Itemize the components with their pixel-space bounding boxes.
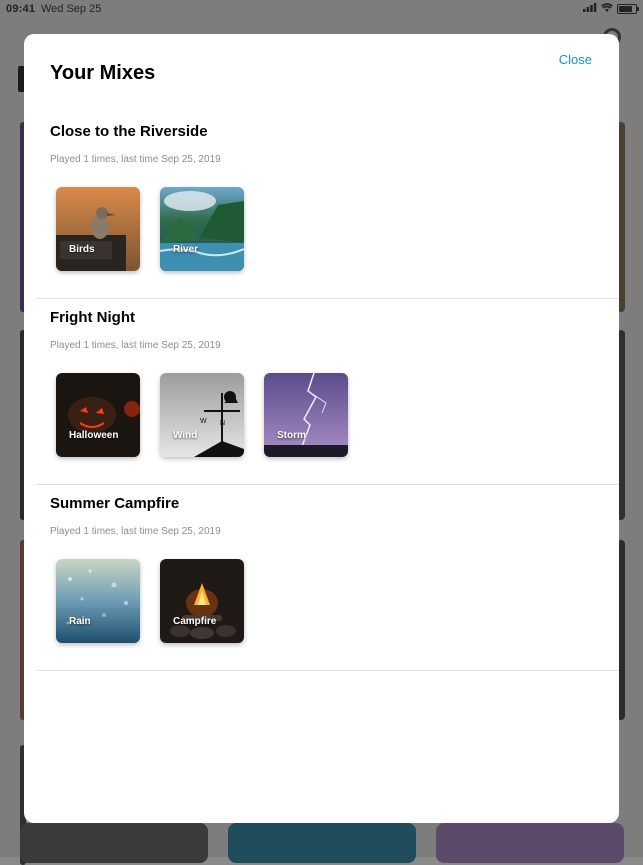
wind-thumbnail: W N xyxy=(160,373,244,457)
sound-label: Wind xyxy=(173,430,198,441)
mix-title: Close to the Riverside xyxy=(50,123,208,140)
sound-tile-birds[interactable]: Birds xyxy=(56,187,140,271)
mix-row[interactable]: Fright Night Played 1 times, last time S… xyxy=(36,298,619,485)
mix-title: Summer Campfire xyxy=(50,495,180,512)
birds-thumbnail xyxy=(56,187,140,271)
status-date: Wed Sep 25 xyxy=(41,3,102,15)
sound-tile-river[interactable]: River xyxy=(160,187,244,271)
background-card xyxy=(228,823,416,863)
svg-text:N: N xyxy=(220,420,225,427)
close-button[interactable]: Close xyxy=(559,52,592,67)
halloween-thumbnail xyxy=(56,373,140,457)
svg-text:W: W xyxy=(200,418,207,425)
battery-icon xyxy=(617,4,639,14)
sound-label: Storm xyxy=(277,430,306,441)
sound-label: River xyxy=(173,244,199,255)
campfire-thumbnail xyxy=(160,559,244,643)
sheet-title: Your Mixes xyxy=(50,62,156,84)
sound-tile-storm[interactable]: Storm xyxy=(264,373,348,457)
storm-thumbnail xyxy=(264,373,348,457)
sound-tile-rain[interactable]: Rain xyxy=(56,559,140,643)
sound-tile-wind[interactable]: W N Wind xyxy=(160,373,244,457)
sound-label: Halloween xyxy=(69,430,119,441)
mix-row[interactable]: Summer Campfire Played 1 times, last tim… xyxy=(36,484,619,671)
background-card xyxy=(20,823,208,863)
river-thumbnail xyxy=(160,187,244,271)
sound-tiles: Halloween W N Wind Storm xyxy=(56,373,348,457)
mix-row[interactable]: Close to the Riverside Played 1 times, l… xyxy=(36,112,619,299)
your-mixes-sheet: Your Mixes Close Close to the Riverside … xyxy=(24,34,619,823)
signal-icon xyxy=(583,3,597,15)
sound-label: Birds xyxy=(69,244,95,255)
sound-label: Campfire xyxy=(173,616,217,627)
wifi-icon xyxy=(601,3,613,15)
sound-tiles: Rain Campfire xyxy=(56,559,244,643)
sound-label: Rain xyxy=(69,616,91,627)
sound-tile-halloween[interactable]: Halloween xyxy=(56,373,140,457)
mix-subtitle: Played 1 times, last time Sep 25, 2019 xyxy=(50,154,221,165)
status-bar: 09:41 Wed Sep 25 xyxy=(0,0,643,18)
mix-subtitle: Played 1 times, last time Sep 25, 2019 xyxy=(50,526,221,537)
rain-thumbnail xyxy=(56,559,140,643)
mix-subtitle: Played 1 times, last time Sep 25, 2019 xyxy=(50,340,221,351)
mix-title: Fright Night xyxy=(50,309,135,326)
sound-tiles: Birds River xyxy=(56,187,244,271)
status-time: 09:41 xyxy=(6,3,36,15)
status-icons xyxy=(583,3,639,15)
sound-tile-campfire[interactable]: Campfire xyxy=(160,559,244,643)
background-card xyxy=(436,823,624,863)
